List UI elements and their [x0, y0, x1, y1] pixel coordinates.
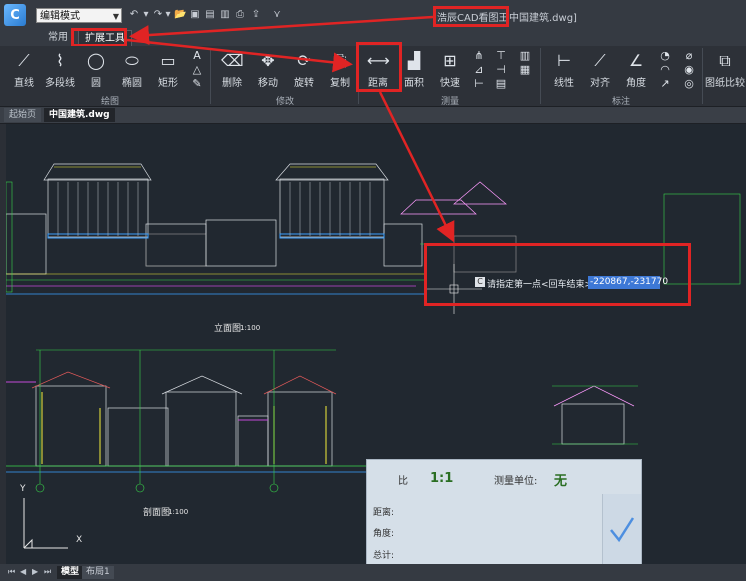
- total-label: 总计:: [373, 551, 395, 561]
- tab-model[interactable]: 模型: [57, 566, 84, 579]
- next-tab-icon[interactable]: ▶: [32, 567, 40, 577]
- unit-value[interactable]: 无: [554, 470, 567, 489]
- distance-label: 距离:: [373, 508, 395, 518]
- layout-tab-bar: ⏮ ◀ ▶ ⏭ 模型 布局1: [0, 564, 746, 581]
- tab-layout1[interactable]: 布局1: [82, 566, 114, 579]
- ratio-value[interactable]: 1:1: [430, 471, 453, 486]
- confirm-button[interactable]: [602, 494, 641, 564]
- arrow-to-ext-tab: [129, 15, 434, 46]
- ratio-label: 比: [398, 476, 408, 487]
- angle-label: 角度:: [373, 529, 395, 539]
- arrow-to-prompt: [378, 91, 455, 243]
- prev-tab-icon[interactable]: ◀: [20, 567, 28, 577]
- last-tab-icon[interactable]: ⏭: [44, 567, 52, 577]
- checkmark-icon: [610, 517, 635, 543]
- arrow-to-distance: [126, 38, 353, 73]
- unit-label: 测量单位:: [494, 476, 538, 487]
- first-tab-icon[interactable]: ⏮: [8, 567, 16, 577]
